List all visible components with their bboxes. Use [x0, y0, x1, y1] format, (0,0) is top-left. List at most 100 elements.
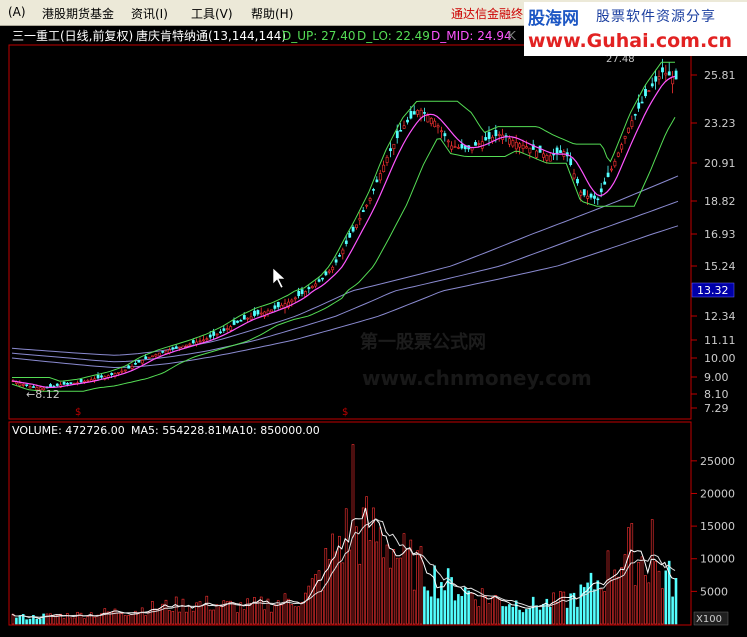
candle-body [671, 76, 675, 85]
volume-bar [474, 599, 477, 625]
volume-bar [531, 596, 535, 625]
candle-body [511, 140, 515, 147]
candle-body [630, 120, 634, 127]
volume-bar [518, 609, 521, 625]
volume-bar [93, 616, 96, 625]
candle-body [654, 76, 658, 82]
candle-body [270, 309, 273, 313]
volume-bar [127, 614, 130, 625]
volume-bar [188, 605, 192, 625]
candle-body [487, 132, 491, 139]
candle-body [147, 356, 151, 359]
volume-bar [338, 535, 341, 625]
volume-bar [273, 605, 277, 625]
price-axis-label: 12.34 [704, 310, 736, 323]
volume-bar [191, 610, 195, 625]
candle-body [623, 136, 627, 139]
candle-body [633, 114, 637, 116]
volume-bar [310, 578, 314, 625]
candle-body [157, 352, 161, 356]
volume-bar [151, 601, 154, 625]
volume-bar [627, 527, 630, 625]
menu-item-hk-futures-funds[interactable]: 港股期货基金 [42, 5, 114, 22]
long-moving-averages [11, 175, 679, 369]
candle-body [508, 138, 511, 145]
menu-item-help[interactable]: 帮助(H) [251, 5, 293, 22]
candle-body [161, 351, 165, 353]
candle-body [253, 310, 256, 316]
volume-bar [307, 585, 311, 625]
volume-bar [467, 590, 470, 625]
candle-body [164, 350, 168, 354]
volume-bar [280, 604, 283, 625]
candle-body [21, 384, 25, 386]
current-price-value: 13.32 [697, 284, 729, 297]
volume-bar [130, 613, 134, 625]
volume-bar [361, 507, 365, 625]
volume-bar [62, 618, 66, 625]
candle-body [412, 111, 416, 115]
candle-body [256, 310, 260, 315]
volume-bar [484, 596, 487, 625]
volume-bar [460, 596, 464, 625]
candle-body [450, 145, 454, 150]
volume-bar [334, 551, 338, 625]
watermark-tagline: 股票软件资源分享 [596, 9, 716, 25]
candle-body [474, 142, 477, 146]
volume-bar [331, 533, 334, 625]
menu-item-info[interactable]: 资讯(I) [131, 5, 168, 22]
volume-bar [491, 596, 494, 625]
candle-body [402, 125, 406, 129]
candle-body [127, 365, 131, 369]
volume-bar [436, 598, 440, 625]
candle-body [667, 71, 671, 76]
d-mid-value: D_MID: 24.94 [431, 29, 512, 43]
candle-body [627, 127, 630, 133]
volume-bar [647, 582, 651, 625]
candle-body [96, 374, 100, 379]
volume-bar [83, 618, 86, 625]
menu-item-tools[interactable]: 工具(V) [191, 5, 233, 22]
candle-body [406, 119, 409, 123]
candle-body [300, 289, 304, 294]
candle-body [151, 355, 154, 358]
candle-body [49, 384, 52, 388]
candle-body [555, 147, 559, 155]
center-watermark-url: www.chnmoney.com [362, 366, 592, 390]
candle-body [174, 346, 178, 349]
volume-bar [514, 600, 518, 625]
volume-bar [171, 611, 175, 625]
volume-bar [256, 601, 260, 625]
volume-bar [521, 612, 525, 625]
volume-bar [650, 519, 654, 625]
candle-body [535, 150, 539, 158]
broker-finance-link[interactable]: 通达信金融终 [451, 5, 523, 22]
candle-body [171, 347, 175, 350]
candle-body [586, 195, 590, 199]
volume-bar [117, 612, 120, 625]
candle-body [310, 286, 314, 289]
volume-bar [382, 557, 385, 625]
candle-body [640, 101, 644, 104]
volume-bar [453, 600, 457, 625]
candle-body [453, 146, 457, 148]
menu-item-a[interactable]: (A) [8, 5, 26, 19]
price-axis-label: 25.81 [704, 69, 736, 82]
volume-bar [290, 604, 294, 625]
candle-body [521, 144, 525, 149]
candle-body [395, 130, 399, 139]
candle-body [140, 360, 144, 364]
candle-body [154, 354, 158, 357]
volume-bar [535, 605, 538, 625]
volume-bar [674, 577, 678, 625]
volume-bar [236, 612, 239, 625]
candle-body [389, 148, 392, 152]
volume-bar [348, 549, 351, 625]
volume-bar [412, 589, 416, 625]
volume-bar [42, 613, 45, 625]
volume-bar [198, 601, 202, 625]
candle-body [372, 189, 375, 191]
volume-bar [423, 586, 426, 625]
volume-bar [477, 606, 481, 625]
volume-bar [433, 565, 436, 625]
